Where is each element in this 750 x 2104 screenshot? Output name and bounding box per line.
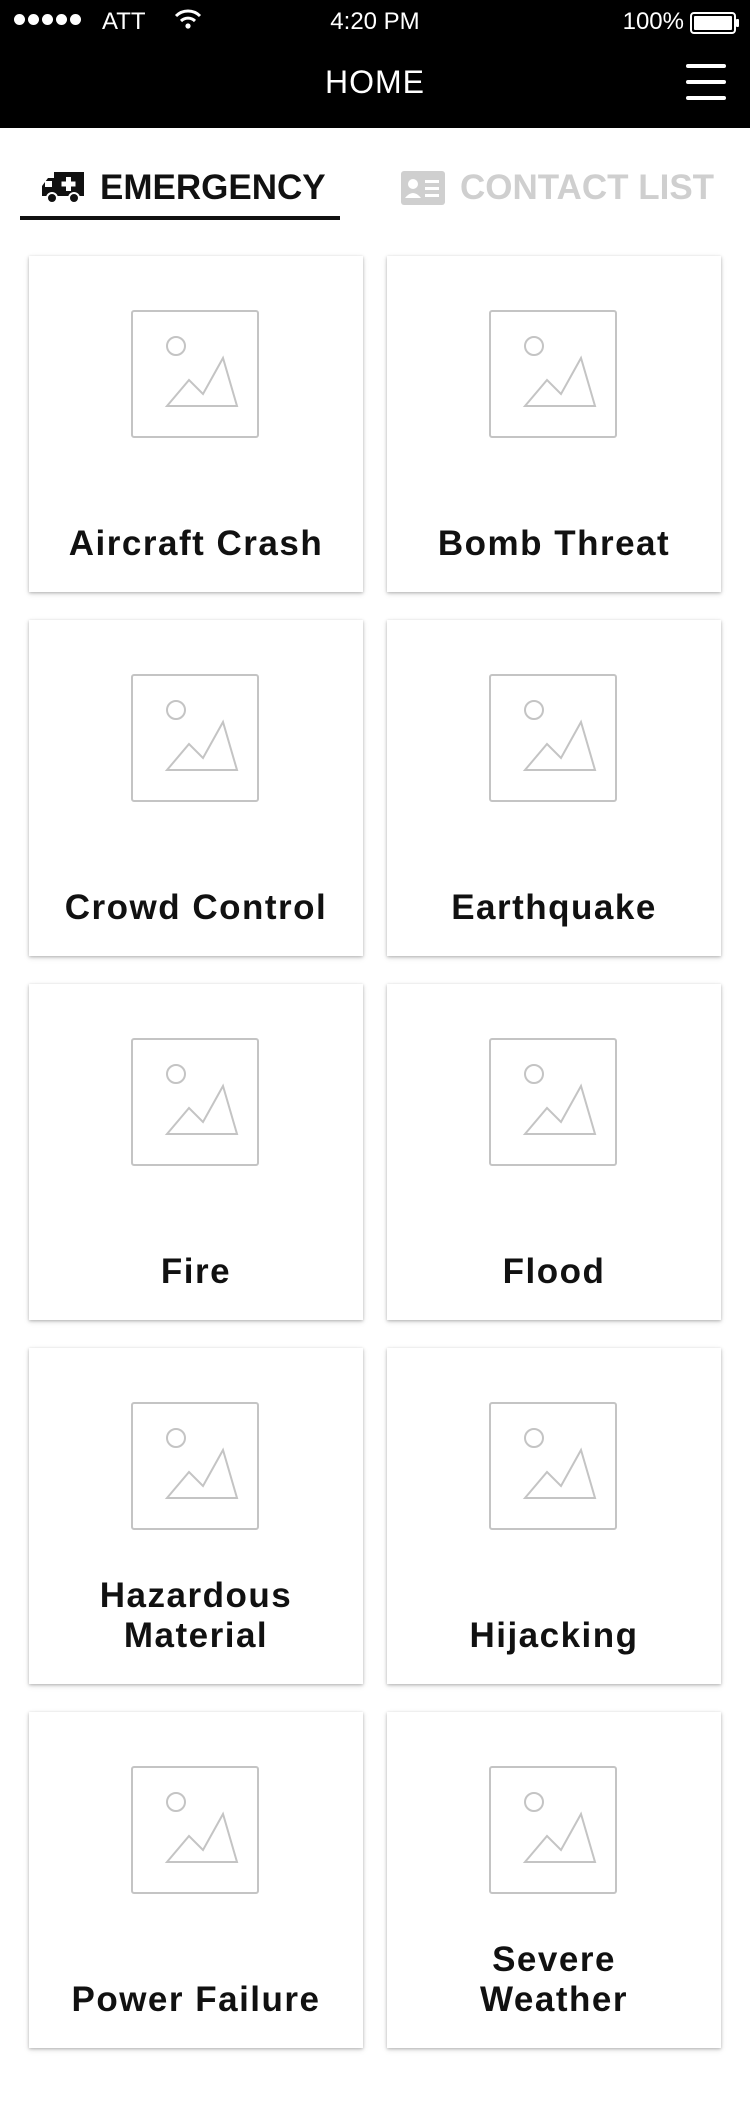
card-hijacking[interactable]: Hijacking — [387, 1348, 721, 1684]
card-label: Severe Weather — [480, 1940, 628, 2019]
top-bar: ATT 4:20 PM 100% HOME — [0, 0, 750, 128]
contact-card-icon — [401, 171, 445, 205]
card-label: Aircraft Crash — [68, 524, 324, 563]
page-title: HOME — [325, 64, 425, 100]
card-severe-weather[interactable]: Severe Weather — [387, 1712, 721, 2048]
card-label: Power Failure — [71, 1980, 321, 2019]
card-label: Hijacking — [469, 1616, 639, 1655]
card-crowd-control[interactable]: Crowd Control — [29, 620, 363, 956]
image-placeholder-icon — [131, 1402, 259, 1530]
tab-emergency-label: EMERGENCY — [100, 168, 326, 207]
card-label: Flood — [502, 1252, 606, 1291]
tab-contact-list[interactable]: CONTACT LIST — [400, 158, 714, 218]
image-placeholder-icon — [489, 1038, 617, 1166]
menu-line — [686, 96, 726, 100]
image-placeholder-icon — [489, 1766, 617, 1894]
tab-emergency[interactable]: EMERGENCY — [40, 158, 326, 218]
active-tab-indicator — [20, 216, 340, 220]
battery-icon — [690, 12, 739, 34]
image-placeholder-icon — [131, 674, 259, 802]
image-placeholder-icon — [489, 1402, 617, 1530]
card-aircraft-crash[interactable]: Aircraft Crash — [29, 256, 363, 592]
card-hazardous-material[interactable]: Hazardous Material — [29, 1348, 363, 1684]
image-placeholder-icon — [131, 310, 259, 438]
menu-line — [686, 80, 726, 84]
card-label: Crowd Control — [64, 888, 328, 927]
battery-percent: 100% — [622, 8, 684, 35]
card-fire[interactable]: Fire — [29, 984, 363, 1320]
image-placeholder-icon — [489, 310, 617, 438]
card-label: Bomb Threat — [437, 524, 671, 563]
card-power-failure[interactable]: Power Failure — [29, 1712, 363, 2048]
card-label: Fire — [160, 1252, 232, 1291]
card-label: Hazardous Material — [99, 1576, 293, 1655]
status-bar: ATT 4:20 PM 100% — [0, 0, 750, 44]
card-flood[interactable]: Flood — [387, 984, 721, 1320]
image-placeholder-icon — [131, 1766, 259, 1894]
image-placeholder-icon — [131, 1038, 259, 1166]
card-earthquake[interactable]: Earthquake — [387, 620, 721, 956]
tab-bar: EMERGENCY CONTACT LIST — [0, 128, 750, 224]
card-bomb-threat[interactable]: Bomb Threat — [387, 256, 721, 592]
menu-line — [686, 64, 726, 68]
tab-contact-list-label: CONTACT LIST — [460, 168, 715, 207]
image-placeholder-icon — [489, 674, 617, 802]
card-label: Earthquake — [451, 888, 657, 927]
hamburger-menu-button[interactable] — [686, 64, 726, 100]
ambulance-icon — [42, 172, 84, 204]
